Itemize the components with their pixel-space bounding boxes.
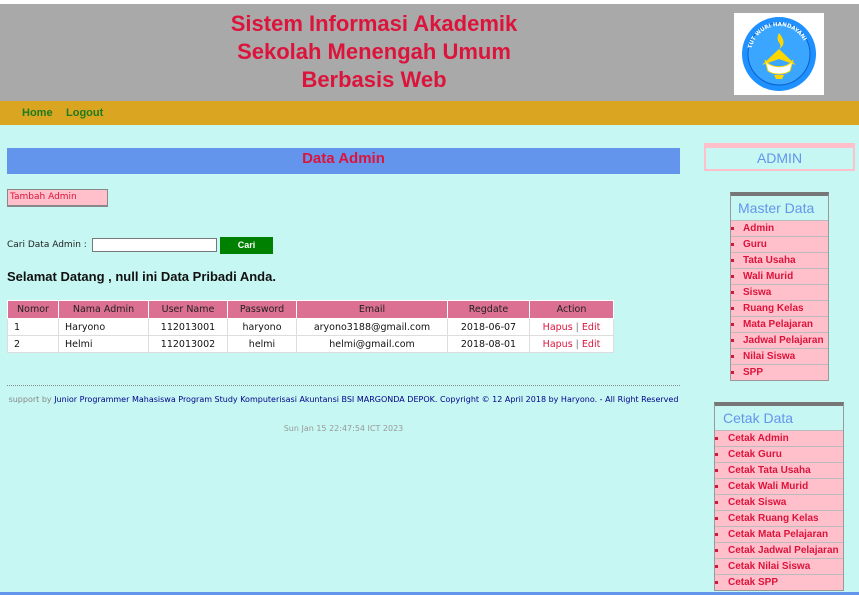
menu-item-tata-usaha[interactable]: Tata Usaha: [731, 252, 828, 268]
bullet-icon: [715, 533, 718, 536]
table-header-row: Nomor Nama Admin User Name Password Emai…: [7, 300, 614, 319]
footer-date: Sun Jan 15 22:47:54 ICT 2023: [283, 424, 404, 433]
menu-item-cetak-admin[interactable]: Cetak Admin: [715, 430, 843, 446]
master-data-menu: Master Data Admin Guru Tata Usaha Wali M…: [730, 192, 829, 381]
add-admin-button[interactable]: Tambah Admin: [7, 189, 108, 207]
bullet-icon: [731, 243, 734, 246]
menu-item-mata-pelajaran[interactable]: Mata Pelajaran: [731, 316, 828, 332]
menu-item-spp[interactable]: SPP: [731, 364, 828, 380]
bullet-icon: [715, 501, 718, 504]
column-header-nama-admin: Nama Admin: [58, 300, 149, 319]
cell-password: helmi: [227, 335, 297, 353]
bullet-icon: [715, 565, 718, 568]
edit-link[interactable]: Edit: [582, 322, 600, 333]
hapus-link[interactable]: Hapus: [543, 339, 573, 350]
search-input[interactable]: [92, 238, 217, 252]
bullet-icon: [731, 291, 734, 294]
footer-credits: support by Junior Programmer Mahasiswa P…: [7, 393, 680, 407]
menu-item-cetak-ruang-kelas[interactable]: Cetak Ruang Kelas: [715, 510, 843, 526]
menu-item-cetak-jadwal-pelajaran[interactable]: Cetak Jadwal Pelajaran: [715, 542, 843, 558]
site-title: Sistem Informasi Akademik Sekolah Meneng…: [180, 10, 568, 94]
cell-nomor: 2: [7, 335, 59, 353]
menu-item-ruang-kelas[interactable]: Ruang Kelas: [731, 300, 828, 316]
action-separator: |: [575, 338, 579, 350]
nav-home-link[interactable]: Home: [22, 107, 53, 119]
bullet-icon: [715, 485, 718, 488]
menu-item-jadwal-pelajaran[interactable]: Jadwal Pelajaran: [731, 332, 828, 348]
table-row: 1 Haryono 112013001 haryono aryono3188@g…: [7, 318, 614, 336]
column-header-password: Password: [227, 300, 297, 319]
admin-role-badge: ADMIN: [704, 143, 855, 171]
cetak-data-title: Cetak Data: [715, 406, 843, 430]
column-header-email: Email: [296, 300, 448, 319]
bullet-icon: [715, 437, 718, 440]
page-heading: Data Admin: [7, 148, 680, 174]
bullet-icon: [715, 517, 718, 520]
cell-nama: Helmi: [58, 335, 149, 353]
menu-item-cetak-spp[interactable]: Cetak SPP: [715, 574, 843, 590]
search-button[interactable]: Cari: [220, 237, 273, 254]
menu-item-wali-murid[interactable]: Wali Murid: [731, 268, 828, 284]
bullet-icon: [731, 323, 734, 326]
cell-action: Hapus | Edit: [529, 318, 614, 336]
cell-nomor: 1: [7, 318, 59, 336]
cell-email: aryono3188@gmail.com: [296, 318, 448, 336]
menu-item-guru[interactable]: Guru: [731, 236, 828, 252]
menu-item-cetak-siswa[interactable]: Cetak Siswa: [715, 494, 843, 510]
menu-item-cetak-guru[interactable]: Cetak Guru: [715, 446, 843, 462]
bullet-icon: [731, 227, 734, 230]
cell-password: haryono: [227, 318, 297, 336]
bullet-icon: [715, 581, 718, 584]
menu-item-cetak-nilai-siswa[interactable]: Cetak Nilai Siswa: [715, 558, 843, 574]
menu-item-admin[interactable]: Admin: [731, 220, 828, 236]
tut-wuri-handayani-logo: TUT WURI HANDAYANI: [734, 13, 824, 95]
cell-regdate: 2018-06-07: [447, 318, 530, 336]
column-header-nomor: Nomor: [7, 300, 59, 319]
site-title-line-1: Sistem Informasi Akademik: [230, 11, 518, 36]
column-header-user-name: User Name: [148, 300, 228, 319]
bullet-icon: [715, 549, 718, 552]
menu-item-cetak-mata-pelajaran[interactable]: Cetak Mata Pelajaran: [715, 526, 843, 542]
logo-emblem-icon: TUT WURI HANDAYANI: [742, 17, 816, 91]
column-header-action: Action: [529, 300, 614, 319]
bullet-icon: [731, 307, 734, 310]
action-separator: |: [575, 321, 579, 333]
hapus-link[interactable]: Hapus: [543, 322, 573, 333]
footer-support-label: support by: [8, 395, 52, 404]
welcome-message: Selamat Datang , null ini Data Pribadi A…: [7, 269, 276, 284]
navbar: Home Logout: [0, 101, 859, 125]
menu-item-cetak-tata-usaha[interactable]: Cetak Tata Usaha: [715, 462, 843, 478]
bullet-icon: [715, 469, 718, 472]
site-title-line-2: Sekolah Menengah Umum: [237, 39, 511, 64]
footer-divider: [7, 385, 680, 386]
menu-item-siswa[interactable]: Siswa: [731, 284, 828, 300]
bullet-icon: [731, 275, 734, 278]
cetak-data-menu: Cetak Data Cetak Admin Cetak Guru Cetak …: [714, 402, 844, 591]
site-title-line-3: Berbasis Web: [301, 67, 447, 92]
admin-table: Nomor Nama Admin User Name Password Emai…: [7, 300, 614, 353]
table-row: 2 Helmi 112013002 helmi helmi@gmail.com …: [7, 335, 614, 353]
bullet-icon: [731, 371, 734, 374]
footer-credit-text: Junior Programmer Mahasiswa Program Stud…: [54, 395, 679, 404]
bullet-icon: [731, 355, 734, 358]
header: Sistem Informasi Akademik Sekolah Meneng…: [0, 4, 859, 101]
bullet-icon: [731, 339, 734, 342]
cell-regdate: 2018-08-01: [447, 335, 530, 353]
cell-username: 112013001: [148, 318, 228, 336]
menu-item-cetak-wali-murid[interactable]: Cetak Wali Murid: [715, 478, 843, 494]
bullet-icon: [715, 453, 718, 456]
cell-email: helmi@gmail.com: [296, 335, 448, 353]
nav-logout-link[interactable]: Logout: [66, 107, 103, 119]
cell-username: 112013002: [148, 335, 228, 353]
cell-nama: Haryono: [58, 318, 149, 336]
menu-item-nilai-siswa[interactable]: Nilai Siswa: [731, 348, 828, 364]
edit-link[interactable]: Edit: [582, 339, 600, 350]
cell-action: Hapus | Edit: [529, 335, 614, 353]
bullet-icon: [731, 259, 734, 262]
master-data-title: Master Data: [731, 196, 828, 220]
search-label: Cari Data Admin :: [7, 240, 87, 250]
column-header-regdate: Regdate: [447, 300, 530, 319]
